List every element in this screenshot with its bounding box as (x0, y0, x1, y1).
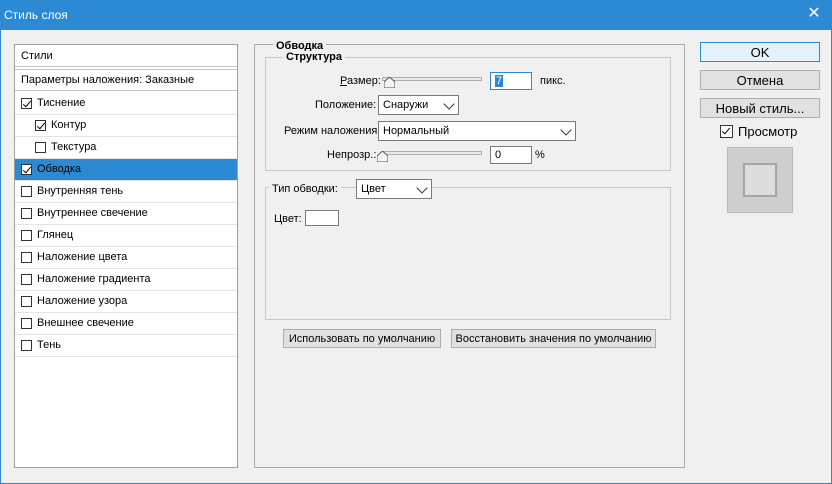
checkbox-icon[interactable] (21, 186, 32, 197)
checkbox-icon[interactable] (35, 142, 46, 153)
styles-header[interactable]: Стили (15, 45, 237, 67)
style-item-label: Внешнее свечение (37, 317, 134, 329)
checkbox-icon[interactable] (21, 340, 32, 351)
preview-label: Просмотр (738, 124, 798, 139)
style-item[interactable]: Тень (15, 335, 237, 357)
chevron-down-icon (560, 124, 572, 136)
size-unit: пикс. (540, 75, 566, 87)
style-item-label: Наложение цвета (37, 251, 128, 263)
styles-list: Стили Параметры наложения: Заказные Тисн… (14, 44, 238, 468)
position-label: Положение: (315, 99, 377, 111)
checkbox-icon[interactable] (21, 296, 32, 307)
opacity-input[interactable]: 0 (490, 146, 532, 164)
checkbox-icon[interactable] (21, 164, 32, 175)
opacity-slider[interactable] (382, 151, 482, 155)
style-item-label: Тиснение (37, 97, 86, 109)
style-item[interactable]: Внутреннее свечение (15, 203, 237, 225)
chevron-down-icon (416, 182, 428, 194)
fill-type-dropdown[interactable]: Цвет (356, 179, 432, 199)
style-item[interactable]: Внешнее свечение (15, 313, 237, 335)
structure-title: Структура (283, 51, 345, 63)
style-item-label: Наложение градиента (37, 273, 151, 285)
position-dropdown[interactable]: Снаружи (378, 95, 459, 115)
slider-thumb-icon[interactable] (377, 151, 388, 162)
style-item-label: Наложение узора (37, 295, 128, 307)
color-label: Цвет: (274, 213, 302, 225)
checkbox-icon[interactable] (35, 120, 46, 131)
style-item[interactable]: Обводка (15, 159, 237, 181)
style-item-label: Тень (37, 339, 62, 351)
style-item[interactable]: Тиснение (15, 93, 237, 115)
chevron-down-icon (443, 98, 455, 110)
style-item[interactable]: Наложение градиента (15, 269, 237, 291)
opacity-unit: % (535, 149, 545, 161)
ok-button[interactable]: OK (700, 42, 820, 62)
style-item-label: Внутренняя тень (37, 185, 124, 197)
style-item[interactable]: Наложение узора (15, 291, 237, 313)
preview-checkbox[interactable]: Просмотр (720, 124, 797, 139)
style-item[interactable]: Внутренняя тень (15, 181, 237, 203)
style-item[interactable]: Контур (15, 115, 237, 137)
blend-mode-dropdown[interactable]: Нормальный (378, 121, 576, 141)
checkbox-icon[interactable] (21, 274, 32, 285)
close-icon[interactable]: ✕ (806, 5, 822, 23)
checkbox-icon[interactable] (21, 252, 32, 263)
color-swatch[interactable] (305, 210, 339, 226)
title-bar: Стиль слоя ✕ (0, 0, 832, 30)
checkbox-icon[interactable] (21, 98, 32, 109)
style-item-label: Текстура (51, 141, 97, 153)
fill-type-label: Тип обводки: (269, 183, 341, 195)
checkbox-icon[interactable] (21, 318, 32, 329)
style-item-label: Внутреннее свечение (37, 207, 148, 219)
slider-thumb-icon[interactable] (384, 77, 395, 88)
new-style-button[interactable]: Новый стиль... (700, 98, 820, 118)
fill-type-box (265, 187, 671, 320)
window-title: Стиль слоя (4, 8, 68, 22)
style-item-label: Глянец (37, 229, 74, 241)
checkbox-icon[interactable] (21, 208, 32, 219)
style-item[interactable]: Глянец (15, 225, 237, 247)
style-preview (727, 147, 793, 213)
style-item[interactable]: Текстура (15, 137, 237, 159)
opacity-label: Непрозр.: (327, 149, 377, 161)
checkbox-icon[interactable] (21, 230, 32, 241)
style-item[interactable]: Наложение цвета (15, 247, 237, 269)
make-default-button[interactable]: Использовать по умолчанию (283, 329, 441, 348)
cancel-button[interactable]: Отмена (700, 70, 820, 90)
size-slider[interactable] (382, 77, 482, 81)
blending-options-item[interactable]: Параметры наложения: Заказные (15, 69, 237, 91)
style-item-label: Контур (51, 119, 87, 131)
style-item-label: Обводка (37, 163, 82, 175)
size-label: Размер: (340, 75, 381, 87)
reset-default-button[interactable]: Восстановить значения по умолчанию (451, 329, 656, 348)
blend-mode-label: Режим наложения: (284, 125, 381, 137)
checkbox-icon[interactable] (720, 125, 733, 138)
preview-square (743, 163, 777, 197)
size-input[interactable]: 7 (490, 72, 532, 90)
stroke-panel: Обводка Структура Размер: 7 пикс. Положе… (254, 40, 685, 468)
